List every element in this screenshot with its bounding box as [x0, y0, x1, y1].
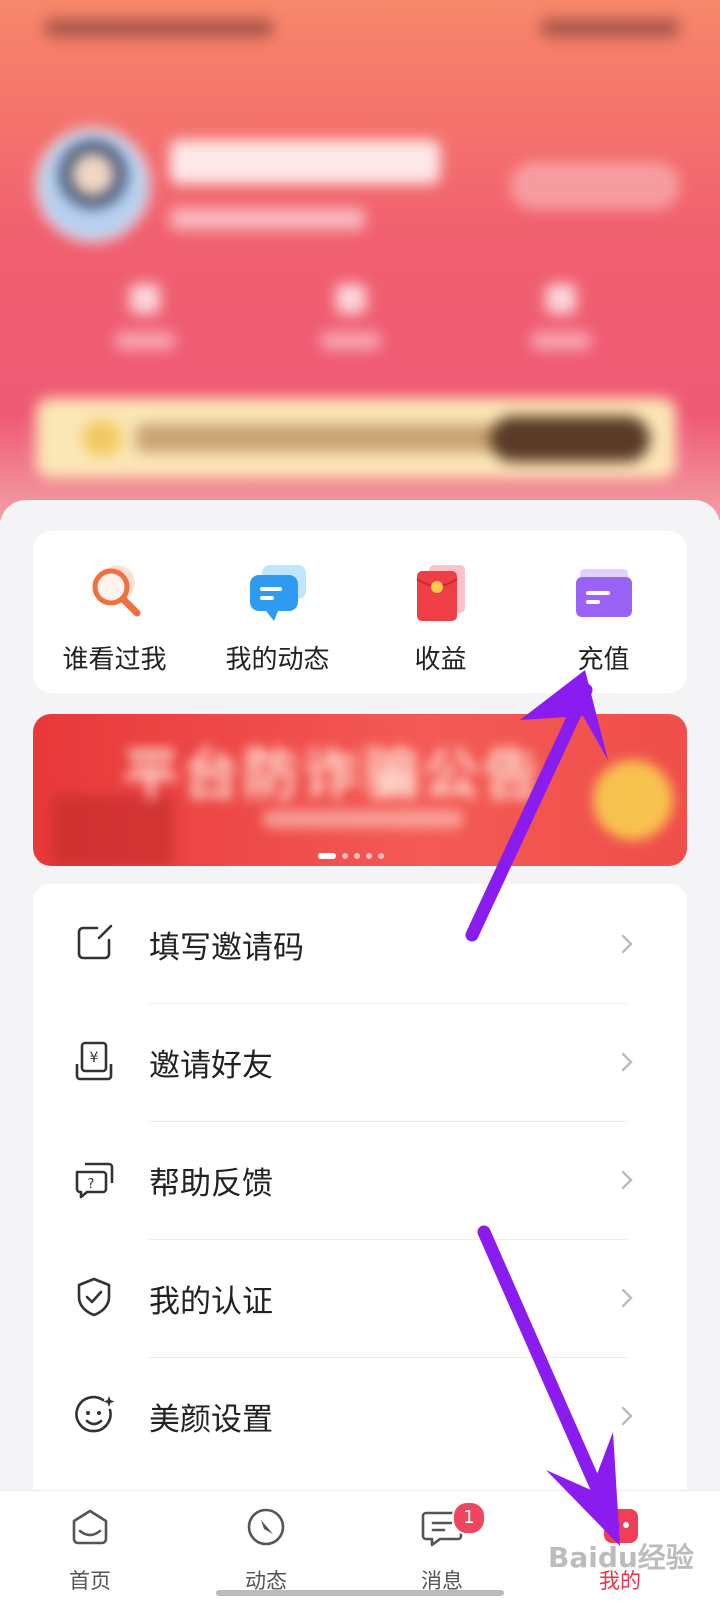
watermark-logo: Baidu经验: [548, 1541, 694, 1574]
svg-text:¥: ¥: [90, 1050, 99, 1066]
edit-square-icon: [77, 924, 113, 960]
quick-label: 我的动态: [225, 645, 330, 675]
menu-item-invite-code[interactable]: 填写邀请码: [33, 884, 687, 1004]
menu-label: 填写邀请码: [149, 930, 304, 966]
quick-label: 充值: [577, 645, 630, 675]
nickname: [170, 140, 440, 184]
edit-profile-button[interactable]: [510, 162, 680, 210]
stat-visitors[interactable]: [516, 284, 606, 364]
settings-menu: 填写邀请码 ¥ 邀请好友 ? 帮助反馈 我的认证 美颜设置: [33, 884, 687, 1504]
quick-my-posts[interactable]: 我的动态: [196, 531, 359, 693]
announcement-banner[interactable]: 平台防诈骗公告: [33, 714, 687, 866]
menu-item-help-feedback[interactable]: ? 帮助反馈: [33, 1120, 687, 1240]
profile-header: [0, 0, 720, 520]
svg-text:?: ?: [88, 1177, 95, 1192]
quick-actions-card: 谁看过我 我的动态 收益 充值: [33, 531, 687, 693]
help-chat-icon: ?: [75, 1162, 114, 1199]
home-icon: [72, 1509, 108, 1545]
banner-pager: [318, 853, 390, 861]
avatar[interactable]: [36, 128, 150, 242]
chevron-right-icon: [621, 1288, 633, 1308]
quick-label: 收益: [414, 645, 467, 675]
chevron-right-icon: [621, 1406, 633, 1426]
chevron-right-icon: [621, 1170, 633, 1190]
menu-item-invite-friends[interactable]: ¥ 邀请好友: [33, 1002, 687, 1122]
status-bar: [0, 0, 720, 56]
menu-label: 美颜设置: [149, 1402, 273, 1438]
chevron-right-icon: [621, 934, 633, 954]
shield-check-icon: [77, 1277, 111, 1317]
wallet-card-icon: [575, 569, 632, 617]
menu-item-beauty-settings[interactable]: 美颜设置: [33, 1356, 687, 1476]
home-indicator: [216, 1590, 504, 1596]
tab-home[interactable]: 首页: [0, 1491, 180, 1601]
smile-sparkle-icon: [75, 1395, 115, 1433]
quick-earnings[interactable]: 收益: [359, 531, 522, 693]
banner-title: 平台防诈骗公告: [123, 743, 543, 808]
vip-banner[interactable]: [36, 398, 676, 478]
menu-label: 邀请好友: [149, 1048, 273, 1084]
magnifier-icon: [92, 565, 140, 617]
vip-open-button[interactable]: [490, 416, 650, 462]
menu-label: 我的认证: [149, 1284, 273, 1320]
tab-label: 首页: [69, 1569, 111, 1593]
menu-item-verification[interactable]: 我的认证: [33, 1238, 687, 1358]
chevron-right-icon: [621, 1052, 633, 1072]
unread-badge: 1: [452, 1501, 486, 1535]
quick-recharge[interactable]: 充值: [522, 531, 685, 693]
menu-label: 帮助反馈: [149, 1166, 273, 1202]
compass-icon: [247, 1508, 285, 1546]
yuan-invite-icon: ¥: [75, 1041, 113, 1081]
tab-messages[interactable]: 1 消息: [352, 1491, 532, 1601]
quick-label: 谁看过我: [62, 645, 167, 675]
chat-bubble-icon: [249, 565, 306, 621]
stat-fans[interactable]: [306, 284, 396, 364]
stat-following[interactable]: [100, 284, 190, 364]
user-id: [170, 208, 365, 230]
red-envelope-icon: [415, 565, 465, 621]
quick-who-viewed-me[interactable]: 谁看过我: [33, 531, 196, 693]
tab-discover[interactable]: 动态: [176, 1491, 356, 1601]
